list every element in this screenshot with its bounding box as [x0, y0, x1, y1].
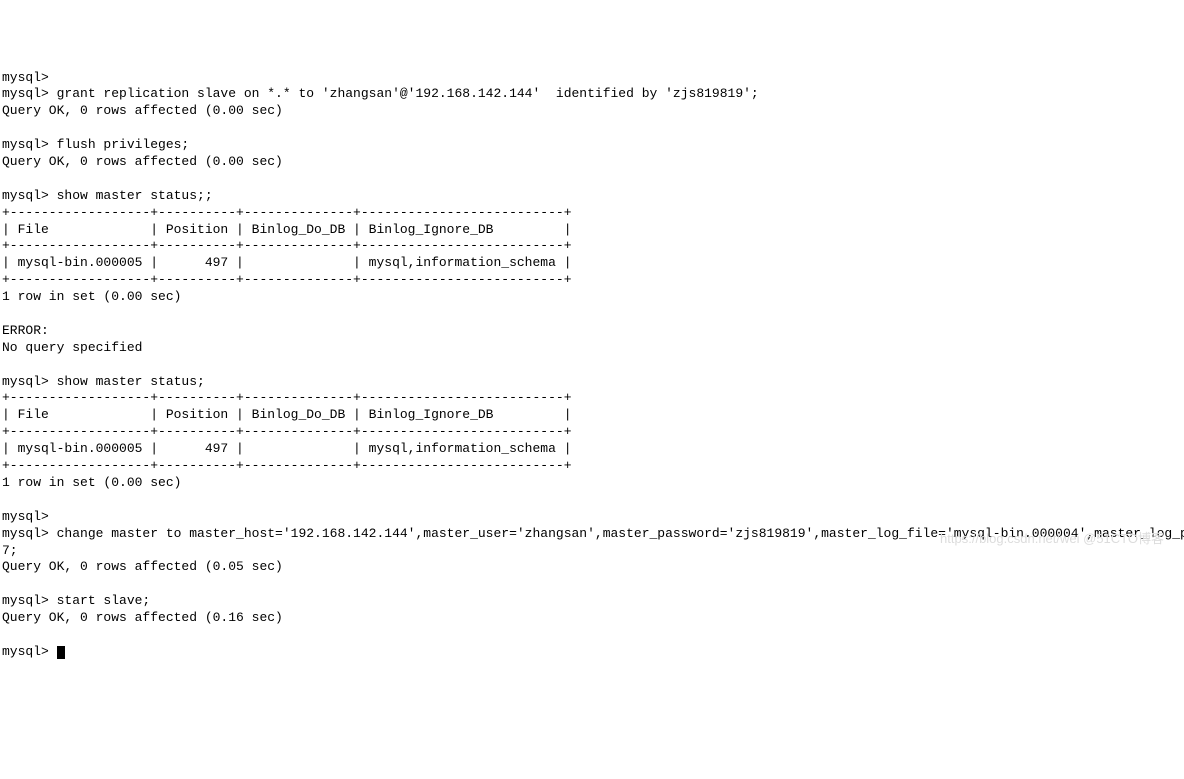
- terminal-line: mysql> flush privileges;: [2, 137, 189, 152]
- terminal-line: +------------------+----------+---------…: [2, 272, 572, 287]
- watermark-text: https://blog.csdn.net/wei @51CTO博客: [940, 531, 1164, 548]
- terminal-output[interactable]: mysql> mysql> grant replication slave on…: [2, 70, 1182, 661]
- terminal-line: | mysql-bin.000005 | 497 | | mysql,infor…: [2, 441, 572, 456]
- terminal-line: Query OK, 0 rows affected (0.05 sec): [2, 559, 283, 574]
- terminal-line: mysql> show master status;: [2, 374, 205, 389]
- terminal-line: +------------------+----------+---------…: [2, 238, 572, 253]
- terminal-line: mysql> show master status;;: [2, 188, 213, 203]
- terminal-line: Query OK, 0 rows affected (0.00 sec): [2, 103, 283, 118]
- terminal-line: mysql>: [2, 70, 49, 85]
- terminal-line: 1 row in set (0.00 sec): [2, 475, 181, 490]
- terminal-line: No query specified: [2, 340, 142, 355]
- terminal-line: | mysql-bin.000005 | 497 | | mysql,infor…: [2, 255, 572, 270]
- terminal-line: +------------------+----------+---------…: [2, 390, 572, 405]
- terminal-line: 7;: [2, 543, 18, 558]
- terminal-line: mysql> grant replication slave on *.* to…: [2, 86, 759, 101]
- terminal-line: mysql> start slave;: [2, 593, 150, 608]
- terminal-line: 1 row in set (0.00 sec): [2, 289, 181, 304]
- cursor-icon: [57, 646, 65, 659]
- terminal-line: ERROR:: [2, 323, 49, 338]
- terminal-prompt-line: mysql>: [2, 644, 57, 659]
- terminal-line: | File | Position | Binlog_Do_DB | Binlo…: [2, 407, 572, 422]
- terminal-line: +------------------+----------+---------…: [2, 424, 572, 439]
- terminal-line: mysql>: [2, 509, 49, 524]
- terminal-line: | File | Position | Binlog_Do_DB | Binlo…: [2, 222, 572, 237]
- terminal-line: Query OK, 0 rows affected (0.00 sec): [2, 154, 283, 169]
- terminal-line: +------------------+----------+---------…: [2, 205, 572, 220]
- terminal-line: Query OK, 0 rows affected (0.16 sec): [2, 610, 283, 625]
- terminal-line: +------------------+----------+---------…: [2, 458, 572, 473]
